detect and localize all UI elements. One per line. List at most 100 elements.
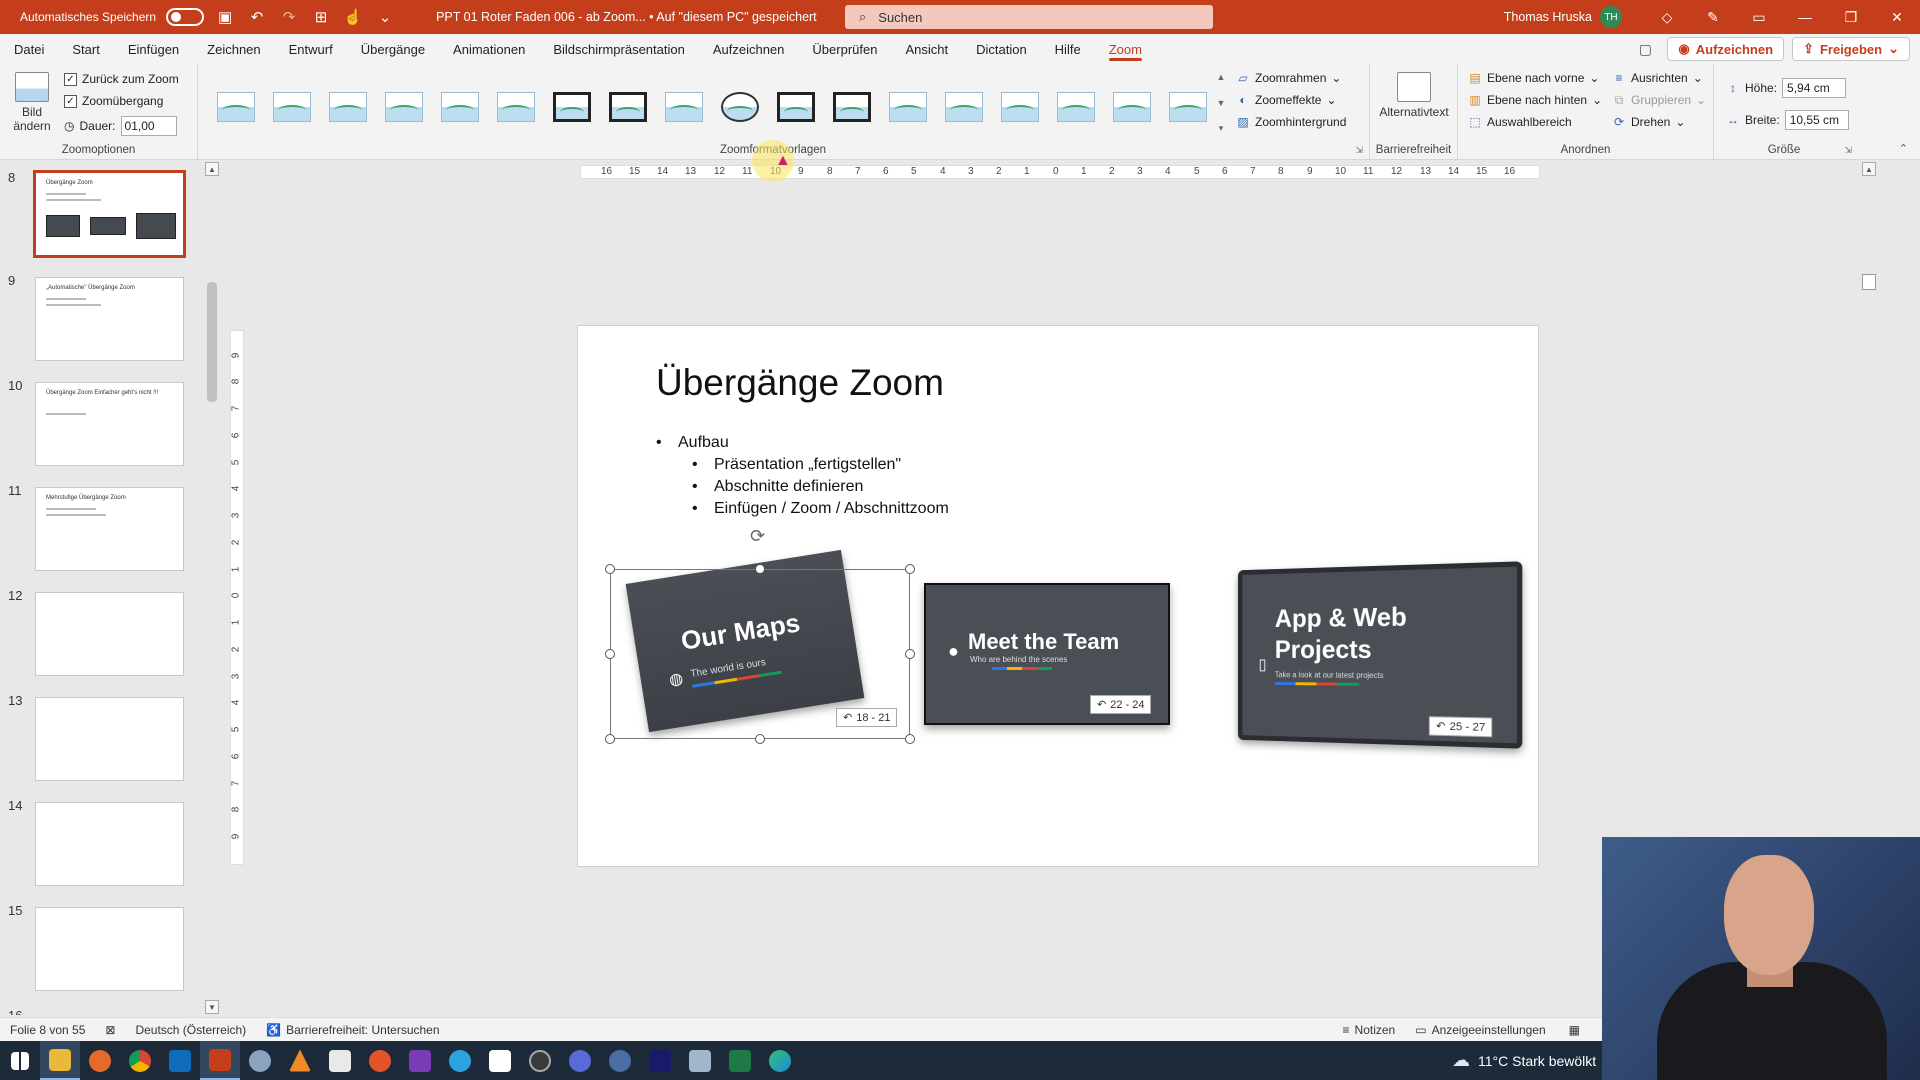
edge-icon[interactable] <box>760 1041 800 1080</box>
telegram-icon[interactable] <box>440 1041 480 1080</box>
excel-icon[interactable] <box>720 1041 760 1080</box>
zoom-style-thumb[interactable] <box>1001 92 1039 122</box>
app-icon[interactable] <box>560 1041 600 1080</box>
scroll-up-icon[interactable]: ▲ <box>1862 162 1876 176</box>
zoom-style-thumb[interactable] <box>497 92 535 122</box>
duration-input[interactable]: 01,00 <box>120 116 177 136</box>
tab-dictation[interactable]: Dictation <box>962 34 1041 64</box>
bullet-sub[interactable]: Präsentation „fertigstellen" <box>692 456 901 474</box>
resize-handle[interactable] <box>605 734 615 744</box>
vlc-icon[interactable] <box>280 1041 320 1080</box>
tab-einfuegen[interactable]: Einfügen <box>114 34 193 64</box>
back-to-zoom-checkbox[interactable]: ✓ Zurück zum Zoom <box>64 72 179 86</box>
zoom-style-thumb[interactable] <box>553 92 591 122</box>
zoom-style-thumb[interactable] <box>1169 92 1207 122</box>
undo-icon[interactable]: ↶ <box>246 6 268 28</box>
resize-handle[interactable] <box>605 649 615 659</box>
scroll-thumb[interactable] <box>207 282 217 402</box>
gallery-more-icon[interactable]: ▾ <box>1219 123 1224 134</box>
slide-thumbnail[interactable]: Übergänge Zoom Einfacher geht's nicht !!… <box>35 382 184 466</box>
normal-view-icon[interactable]: ▦ <box>1569 1023 1580 1037</box>
resize-handle[interactable] <box>605 564 615 574</box>
spellcheck-icon[interactable]: ⊠ <box>95 1023 125 1037</box>
slide-thumbnail[interactable]: „Automatische" Übergänge Zoom <box>35 277 184 361</box>
tab-zeichnen[interactable]: Zeichnen <box>193 34 274 64</box>
redo-icon[interactable]: ↷ <box>278 6 300 28</box>
app-icon[interactable] <box>600 1041 640 1080</box>
tab-hilfe[interactable]: Hilfe <box>1041 34 1095 64</box>
record-button[interactable]: ◉ Aufzeichnen <box>1667 37 1785 61</box>
collapse-ribbon-icon[interactable]: ⌃ <box>1899 142 1908 155</box>
user-name[interactable]: Thomas Hruska <box>1504 10 1592 24</box>
tab-uebergaenge[interactable]: Übergänge <box>347 34 439 64</box>
accessibility-status[interactable]: ♿ Barrierefreiheit: Untersuchen <box>256 1023 449 1037</box>
zoom-style-thumb[interactable] <box>777 92 815 122</box>
close-icon[interactable]: ✕ <box>1874 0 1920 34</box>
weather-widget[interactable]: ☁ 11°C Stark bewölkt <box>1452 1041 1596 1080</box>
zoom-style-thumb[interactable] <box>609 92 647 122</box>
autosave-toggle[interactable] <box>166 8 205 26</box>
dialog-launcher-icon[interactable]: ⇲ <box>1355 145 1363 156</box>
save-icon[interactable]: ▣ <box>214 6 236 28</box>
customize-quick-access-icon[interactable]: ⌄ <box>374 6 396 28</box>
language[interactable]: Deutsch (Österreich) <box>125 1023 256 1037</box>
slide-thumbnail[interactable] <box>35 907 184 991</box>
zoom-style-thumb[interactable] <box>721 92 759 122</box>
tab-entwurf[interactable]: Entwurf <box>275 34 347 64</box>
zoom-background-button[interactable]: ▨ Zoomhintergrund <box>1236 115 1346 129</box>
tab-aufzeichnen[interactable]: Aufzeichnen <box>699 34 799 64</box>
dialog-launcher-icon[interactable]: ⇲ <box>1844 145 1852 156</box>
resize-handle[interactable] <box>755 564 765 574</box>
zoom-style-thumb[interactable] <box>441 92 479 122</box>
touch-mode-icon[interactable]: ☝ <box>342 6 364 28</box>
tab-datei[interactable]: Datei <box>0 34 58 64</box>
ribbon-display-icon[interactable]: ▭ <box>1736 0 1782 34</box>
outlook-icon[interactable] <box>160 1041 200 1080</box>
gallery-scroll[interactable]: ▲ ▼ ▾ <box>1214 72 1228 134</box>
scroll-down-icon[interactable]: ▼ <box>205 1000 219 1014</box>
app-icon[interactable] <box>240 1041 280 1080</box>
resize-handle[interactable] <box>905 564 915 574</box>
group-objects-button[interactable]: ⧉ Gruppieren ⌄ <box>1612 93 1706 108</box>
tab-start[interactable]: Start <box>58 34 113 64</box>
powerpoint-icon[interactable] <box>200 1041 240 1080</box>
onenote-icon[interactable] <box>400 1041 440 1080</box>
slide-thumbnail[interactable]: Übergänge Zoom <box>33 170 186 258</box>
share-button[interactable]: ⇪ Freigeben ⌄ <box>1792 37 1910 61</box>
zoom-style-thumb[interactable] <box>833 92 871 122</box>
zoom-card-meet-the-team[interactable]: ● Meet the Team Who are behind the scene… <box>924 583 1170 725</box>
app-icon[interactable] <box>680 1041 720 1080</box>
notes-button[interactable]: ≡ Notizen <box>1333 1023 1406 1037</box>
comment-icon[interactable]: ▢ <box>1631 37 1659 61</box>
change-image-button[interactable]: Bild ändern <box>12 72 52 133</box>
document-title[interactable]: PPT 01 Roter Faden 006 - ab Zoom... • Au… <box>436 10 817 24</box>
slide-thumbnail[interactable] <box>35 592 184 676</box>
zoom-frame-button[interactable]: ▱ Zoomrahmen ⌄ <box>1236 71 1341 85</box>
chevron-up-icon[interactable]: ▲ <box>1217 72 1226 82</box>
app-icon[interactable] <box>480 1041 520 1080</box>
resize-handle[interactable] <box>755 734 765 744</box>
chevron-down-icon[interactable]: ▼ <box>1217 98 1226 108</box>
app-icon[interactable] <box>640 1041 680 1080</box>
tab-animationen[interactable]: Animationen <box>439 34 539 64</box>
tab-zoom[interactable]: Zoom <box>1095 34 1156 64</box>
width-input[interactable]: 10,55 cm <box>1784 110 1849 130</box>
chrome-icon[interactable] <box>120 1041 160 1080</box>
selection-pane-button[interactable]: ⬚ Auswahlbereich <box>1468 115 1571 129</box>
display-settings-button[interactable]: ▭ Anzeigeeinstellungen ▦ <box>1405 1023 1590 1037</box>
windows-start-icon[interactable] <box>0 1041 40 1080</box>
slide-info[interactable]: Folie 8 von 55 <box>0 1023 95 1037</box>
slide-thumbnail[interactable]: Mehrstufige Übergänge Zoom <box>35 487 184 571</box>
resize-handle[interactable] <box>905 734 915 744</box>
zoom-style-thumb[interactable] <box>329 92 367 122</box>
align-button[interactable]: ≡ Ausrichten ⌄ <box>1612 71 1702 85</box>
zoom-style-thumb[interactable] <box>945 92 983 122</box>
zoom-effects-button[interactable]: ◐ Zoomeffekte ⌄ <box>1236 93 1336 107</box>
height-input[interactable]: 5,94 cm <box>1782 78 1847 98</box>
slide-title[interactable]: Übergänge Zoom <box>656 362 944 404</box>
bullet-sub[interactable]: Einfügen / Zoom / Abschnittzoom <box>692 500 949 518</box>
app-icon[interactable] <box>520 1041 560 1080</box>
diamond-icon[interactable]: ◇ <box>1644 0 1690 34</box>
zoom-style-thumb[interactable] <box>273 92 311 122</box>
file-explorer-icon[interactable] <box>40 1041 80 1080</box>
